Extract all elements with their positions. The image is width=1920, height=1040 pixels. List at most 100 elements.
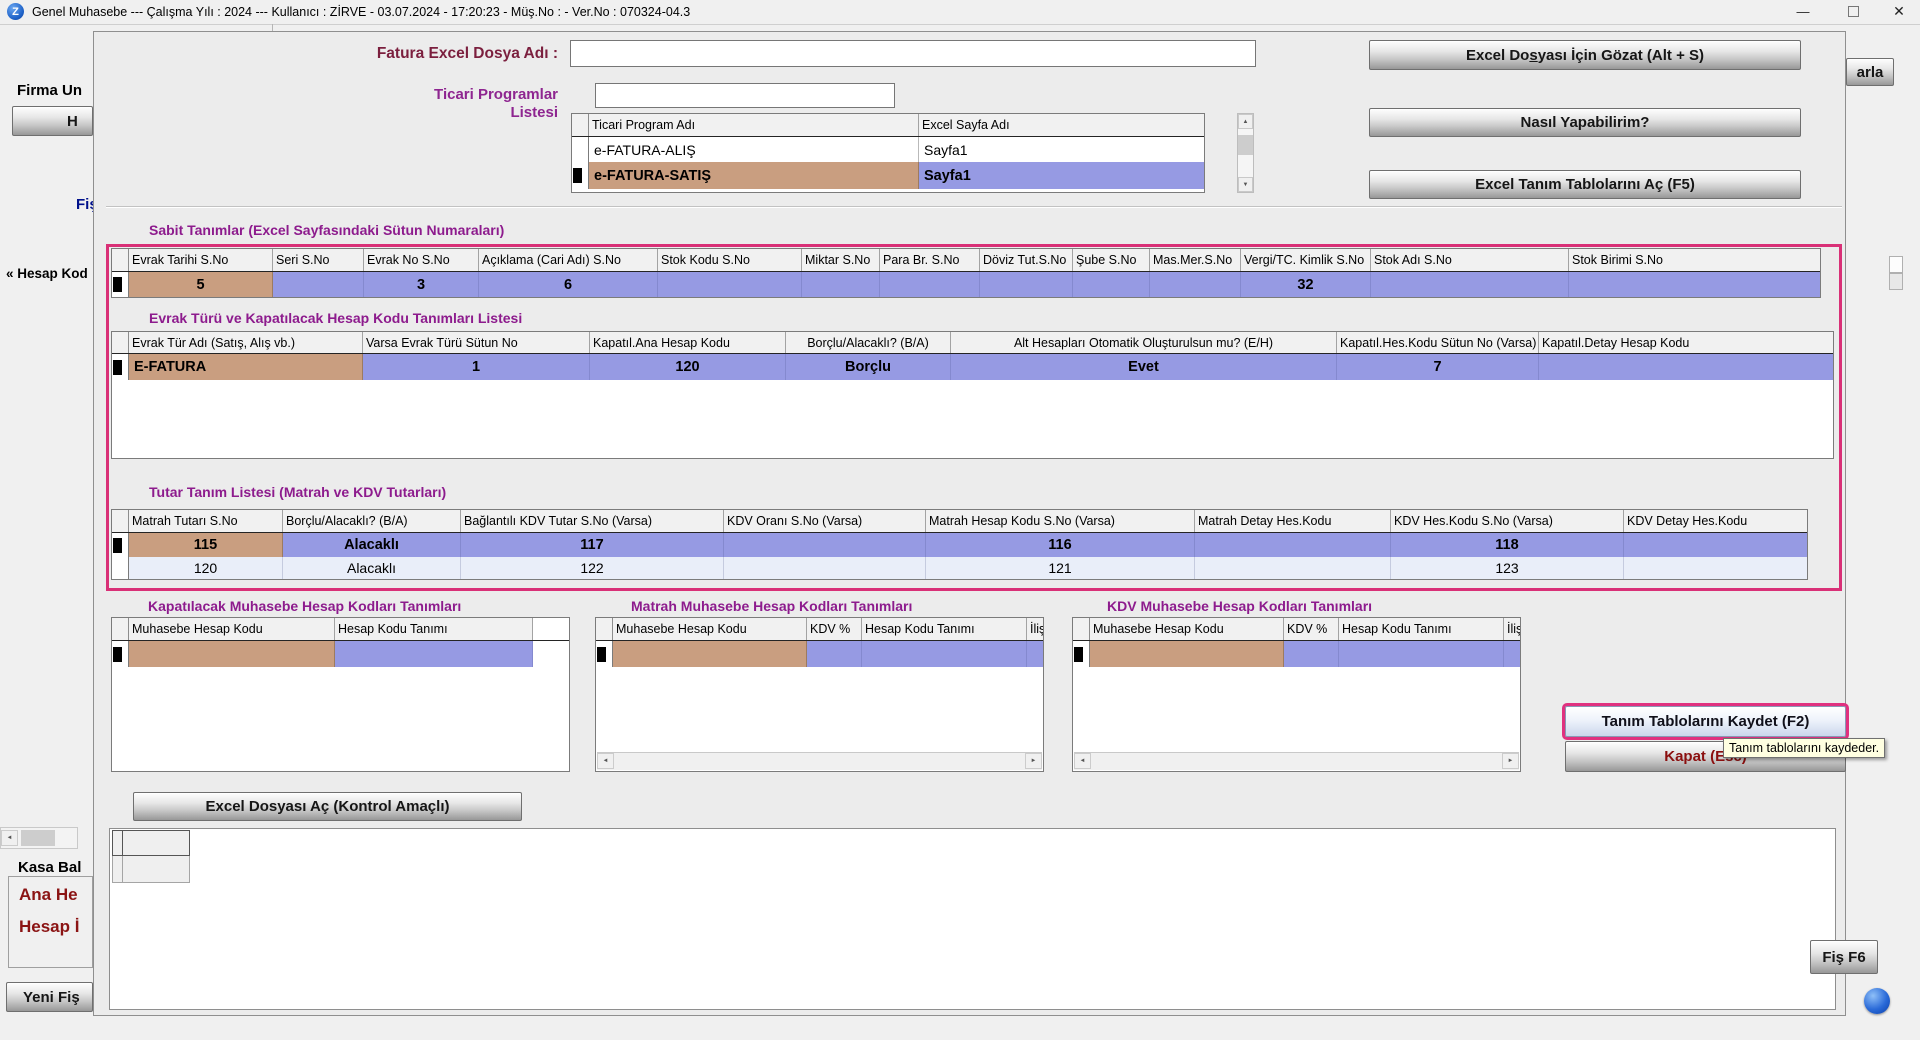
scroll-left-icon[interactable]: ◄ [597, 753, 614, 769]
browse-label-post: yası İçin Gözat (Alt + S) [1538, 47, 1704, 64]
cell[interactable] [862, 641, 1027, 667]
scroll-up-icon[interactable]: ▲ [1238, 114, 1253, 129]
scroll-right-icon[interactable]: ► [1025, 753, 1042, 769]
cell[interactable] [1339, 641, 1504, 667]
cell[interactable]: 116 [926, 533, 1195, 557]
program-name-cell[interactable]: e-FATURA-SATIŞ [589, 162, 919, 189]
cell[interactable] [658, 272, 802, 297]
tutar-data-row-selected[interactable]: 115 Alacaklı 117 116 118 [112, 533, 1807, 557]
cell[interactable]: 5 [129, 272, 273, 297]
cell[interactable]: 120 [129, 557, 283, 579]
mini-cell[interactable] [112, 856, 123, 883]
scroll-left-icon[interactable]: ◄ [1, 830, 18, 846]
cell[interactable] [1073, 272, 1150, 297]
cell[interactable] [1090, 641, 1284, 667]
cell[interactable]: 122 [461, 557, 724, 579]
cell[interactable] [980, 272, 1073, 297]
fis-f6-button[interactable]: Fiş F6 [1810, 940, 1878, 974]
cell[interactable]: Borçlu [786, 354, 951, 380]
sabit-data-row[interactable]: 5 3 6 32 [112, 272, 1820, 297]
cell[interactable]: Evet [951, 354, 1337, 380]
horizontal-scrollbar[interactable]: ◄ ► [597, 752, 1042, 770]
cell[interactable] [1027, 641, 1043, 667]
bg-partial-button[interactable]: H [12, 106, 93, 136]
cell[interactable] [802, 272, 880, 297]
row-marker [112, 641, 129, 667]
cell[interactable]: 6 [479, 272, 658, 297]
maximize-button[interactable] [1836, 0, 1870, 23]
row-marker [1073, 641, 1090, 667]
bg-hesap-ismi-label: Hesap İ [19, 917, 79, 937]
cell[interactable] [273, 272, 364, 297]
cell[interactable]: Alacaklı [283, 557, 461, 579]
bg-arla-partial-button[interactable]: arla [1846, 58, 1894, 86]
cell[interactable]: 3 [364, 272, 479, 297]
cell[interactable]: 117 [461, 533, 724, 557]
close-button[interactable]: ✕ [1882, 0, 1916, 23]
column-header: Hesap Kodu Tanımı [335, 618, 533, 640]
mini-cell[interactable] [112, 830, 123, 856]
account-row[interactable] [596, 641, 1043, 667]
cell[interactable] [1195, 557, 1391, 579]
program-row[interactable]: e-FATURA-ALIŞ Sayfa1 [572, 137, 1204, 162]
cell[interactable]: E-FATURA [129, 354, 363, 380]
cell[interactable] [129, 641, 335, 667]
bg-horizontal-scrollbar[interactable]: ◄ [0, 827, 78, 849]
cell[interactable]: 120 [590, 354, 786, 380]
cell[interactable]: 115 [129, 533, 283, 557]
cell[interactable]: 1 [363, 354, 590, 380]
program-name-cell[interactable]: e-FATURA-ALIŞ [589, 137, 919, 162]
sheet-name-cell[interactable]: Sayfa1 [919, 162, 1204, 189]
mini-cell[interactable] [123, 830, 190, 856]
sheet-name-cell[interactable]: Sayfa1 [919, 137, 1204, 162]
horizontal-scrollbar[interactable]: ◄ ► [1074, 752, 1519, 770]
cell[interactable] [724, 533, 926, 557]
how-to-button[interactable]: Nasıl Yapabilirim? [1369, 108, 1801, 137]
zirve-sphere-icon[interactable] [1864, 988, 1890, 1014]
scroll-right-icon[interactable]: ► [1502, 753, 1519, 769]
scroll-down-icon[interactable]: ▼ [1238, 177, 1253, 192]
active-row-icon [113, 538, 122, 553]
cell[interactable] [1504, 641, 1520, 667]
bg-scrollbar-fragment-bottom[interactable] [1889, 273, 1903, 290]
cell[interactable] [1624, 533, 1807, 557]
programs-scrollbar[interactable]: ▲ ▼ [1237, 113, 1254, 193]
cell[interactable] [1539, 354, 1833, 380]
account-row[interactable] [1073, 641, 1520, 667]
cell[interactable] [1150, 272, 1241, 297]
cell[interactable] [880, 272, 980, 297]
scrollbar-thumb[interactable] [1238, 135, 1253, 155]
cell[interactable] [1371, 272, 1569, 297]
cell[interactable]: 32 [1241, 272, 1371, 297]
cell[interactable] [335, 641, 533, 667]
cell[interactable] [613, 641, 807, 667]
tutar-data-row[interactable]: 120 Alacaklı 122 121 123 [112, 557, 1807, 579]
yeni-fis-button[interactable]: Yeni Fiş [6, 982, 93, 1012]
cell[interactable]: 7 [1337, 354, 1539, 380]
cell[interactable] [807, 641, 862, 667]
cell[interactable] [1569, 272, 1820, 297]
evrak-data-row[interactable]: E-FATURA 1 120 Borçlu Evet 7 [112, 354, 1833, 380]
cell[interactable] [1195, 533, 1391, 557]
mini-cell[interactable] [123, 856, 190, 883]
cell[interactable]: Alacaklı [283, 533, 461, 557]
program-filter-input[interactable] [595, 83, 895, 108]
browse-excel-button[interactable]: Excel Dosyası İçin Gözat (Alt + S) [1369, 40, 1801, 70]
cell[interactable]: 121 [926, 557, 1195, 579]
bg-scrollbar-fragment-top[interactable] [1889, 256, 1903, 273]
cell[interactable]: 123 [1391, 557, 1624, 579]
open-definition-tables-button[interactable]: Excel Tanım Tablolarını Aç (F5) [1369, 170, 1801, 199]
minimize-button[interactable]: — [1786, 0, 1820, 23]
cell[interactable] [1624, 557, 1807, 579]
scrollbar-thumb[interactable] [21, 830, 55, 846]
fatura-excel-input[interactable] [570, 40, 1256, 67]
cell[interactable] [1284, 641, 1339, 667]
account-row[interactable] [112, 641, 569, 667]
program-row-selected[interactable]: e-FATURA-SATIŞ Sayfa1 [572, 162, 1204, 189]
kdv-section-title: KDV Muhasebe Hesap Kodları Tanımları [1107, 598, 1372, 614]
cell[interactable]: 118 [1391, 533, 1624, 557]
save-definition-tables-button[interactable]: Tanım Tablolarını Kaydet (F2) [1565, 706, 1846, 737]
scroll-left-icon[interactable]: ◄ [1074, 753, 1091, 769]
open-excel-file-button[interactable]: Excel Dosyası Aç (Kontrol Amaçlı) [133, 792, 522, 821]
cell[interactable] [724, 557, 926, 579]
